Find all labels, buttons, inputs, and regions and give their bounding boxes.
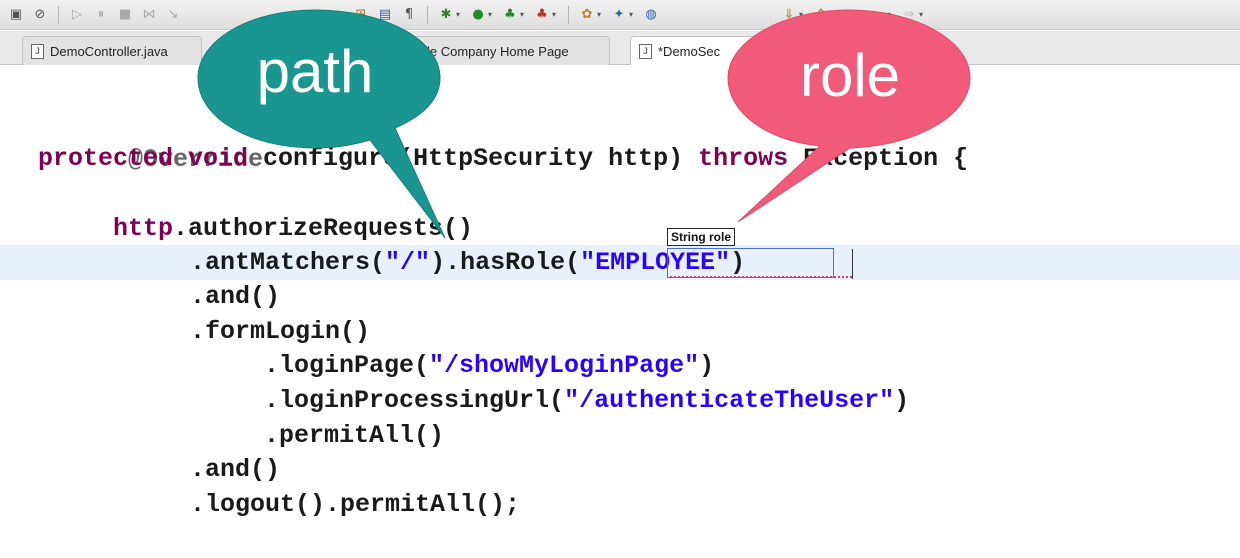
suspend-icon[interactable]: ⏸	[91, 5, 111, 25]
code-text: .formLogin()	[190, 317, 371, 346]
toolbar-separator	[58, 5, 59, 24]
path-callout-label: path	[256, 38, 374, 105]
chevron-down-icon[interactable]: ▾	[629, 10, 637, 19]
code-block: @Override protected void configure(HttpS…	[0, 66, 968, 519]
code-text: .logout().permitAll();	[190, 490, 521, 519]
run-icon[interactable]: ●	[468, 5, 488, 25]
toolbar-separator	[568, 5, 569, 24]
code-text: .and()	[190, 455, 281, 484]
code-line-10: .and()	[190, 453, 280, 487]
tab-label: *DemoSec	[658, 43, 721, 59]
code-text: .loginPage(	[264, 351, 430, 380]
tab-label: DemoController.java	[50, 43, 168, 59]
string-literal: "/"	[385, 248, 431, 277]
step-into-icon[interactable]: ↘	[163, 5, 183, 25]
code-line-8: .loginProcessingUrl("/authenticateTheUse…	[264, 384, 909, 418]
code-line-7: .loginPage("/showMyLoginPage")	[264, 349, 714, 383]
search-icon[interactable]: ◍	[641, 5, 661, 25]
tab-democontroller[interactable]: J DemoController.java	[22, 36, 202, 65]
string-literal: "/showMyLoginPage"	[429, 351, 700, 380]
code-line-6: .formLogin()	[190, 315, 370, 349]
java-file-icon: J	[639, 43, 652, 59]
code-text: ).hasRole(	[430, 248, 581, 277]
text-cursor	[852, 249, 853, 279]
code-line-4: .antMatchers("/").hasRole("EMPLOYEE")	[190, 246, 745, 280]
code-editor[interactable]: @Override protected void configure(HttpS…	[0, 66, 1240, 558]
chevron-down-icon[interactable]: ▾	[552, 10, 560, 19]
code-text: .permitAll()	[264, 421, 445, 450]
window-icon[interactable]: ▣	[6, 5, 26, 25]
code-text: )	[699, 351, 715, 380]
chevron-down-icon[interactable]: ▾	[597, 10, 605, 19]
code-line-11: .logout().permitAll();	[190, 488, 520, 522]
terminate-icon[interactable]: ■	[115, 5, 135, 25]
code-text: .loginProcessingUrl(	[264, 386, 565, 415]
spelling-underline	[670, 276, 852, 278]
editor-tab-bar: J DemoController.java le Company Home Pa…	[0, 31, 1240, 65]
toolbar: ▣ ⊘ ▷ ⏸ ■ ⋈ ↘ ⊞ ▤ ¶ ✱▾ ●▾ ♣▾ ♣▾ ✿▾ ✦▾ ◍ …	[0, 0, 1240, 30]
disconnect-icon[interactable]: ⋈	[139, 5, 159, 25]
new-class-icon[interactable]: ✿	[577, 5, 597, 25]
role-callout-label: role	[799, 42, 901, 109]
run-last-icon[interactable]: ♣	[500, 5, 520, 25]
external-tools-icon[interactable]: ♣	[532, 5, 552, 25]
chevron-down-icon[interactable]: ▾	[488, 10, 496, 19]
string-literal: "/authenticateTheUser"	[564, 386, 895, 415]
field-http: http	[113, 214, 174, 243]
skip-breakpoints-icon[interactable]: ⊘	[30, 5, 50, 25]
code-text: .antMatchers(	[190, 248, 386, 277]
parameter-hint-tooltip: String role	[667, 228, 736, 246]
role-callout	[727, 9, 971, 223]
chevron-down-icon[interactable]: ▾	[520, 10, 528, 19]
java-file-icon: J	[31, 43, 44, 59]
code-text: .and()	[190, 282, 281, 311]
code-line-9: .permitAll()	[264, 419, 444, 453]
new-icon[interactable]: ✦	[609, 5, 629, 25]
linked-edit-box	[667, 248, 834, 278]
resume-icon[interactable]: ▷	[67, 5, 87, 25]
code-line-5: .and()	[190, 280, 280, 314]
code-text: )	[894, 386, 910, 415]
